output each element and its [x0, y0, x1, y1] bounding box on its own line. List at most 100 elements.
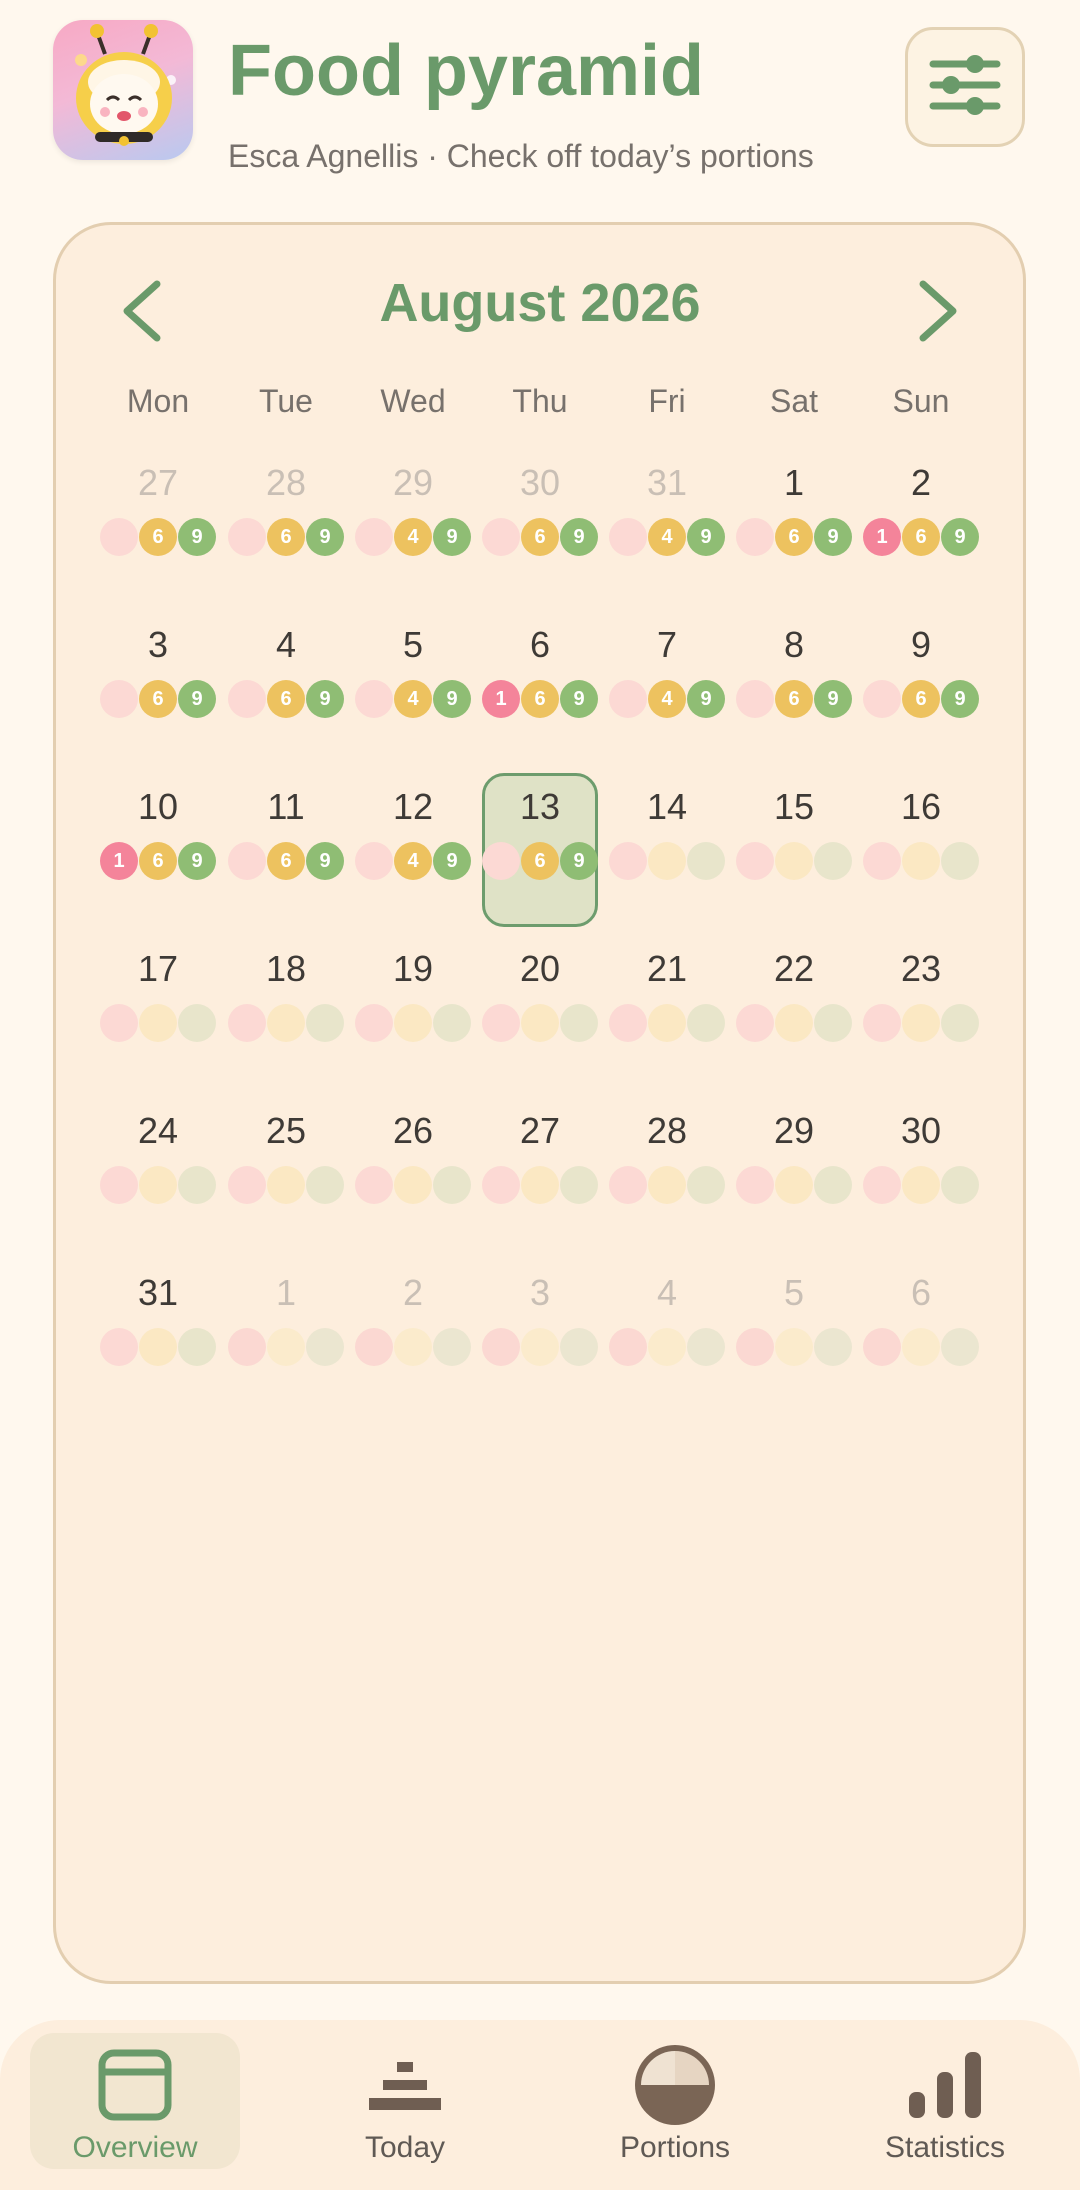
calendar-day[interactable]: 2: [348, 1272, 478, 1314]
calendar-day[interactable]: 8: [729, 624, 859, 666]
calendar-day[interactable]: 23: [856, 948, 986, 990]
calendar-day[interactable]: 14: [602, 786, 732, 828]
calendar-day[interactable]: 27: [93, 462, 223, 504]
calendar-day[interactable]: 24: [93, 1110, 223, 1152]
pyramid-icon: [367, 2043, 443, 2127]
settings-button[interactable]: [905, 27, 1025, 147]
vegetable-portion-dot: [560, 1328, 598, 1366]
chevron-left-icon: [119, 280, 165, 347]
grain-portion-dot: [648, 1166, 686, 1204]
vegetable-portion-dot: [560, 1004, 598, 1042]
page-title: Food pyramid: [228, 31, 705, 111]
next-month-button[interactable]: [903, 278, 973, 348]
calendar-day[interactable]: 31: [602, 462, 732, 504]
calendar-day[interactable]: 30: [856, 1110, 986, 1152]
calendar-day[interactable]: 10: [93, 786, 223, 828]
vegetable-portion-dot: 9: [178, 680, 216, 718]
nav-portions[interactable]: Portions: [570, 2033, 780, 2169]
calendar-day[interactable]: 15: [729, 786, 859, 828]
bar-chart-icon: [905, 2043, 985, 2127]
fruit-portion-dot: [228, 1166, 266, 1204]
fruit-portion-dot: [100, 518, 138, 556]
fruit-portion-dot: [736, 680, 774, 718]
calendar-day[interactable]: 18: [221, 948, 351, 990]
calendar-day[interactable]: 5: [348, 624, 478, 666]
vegetable-portion-dot: [178, 1166, 216, 1204]
vegetable-portion-dot: 9: [941, 680, 979, 718]
calendar-day[interactable]: 2: [856, 462, 986, 504]
calendar-day[interactable]: 31: [93, 1272, 223, 1314]
nav-today-label: Today: [364, 2131, 446, 2164]
grain-portion-dot: 6: [521, 842, 559, 880]
fruit-portion-dot: 1: [100, 842, 138, 880]
fruit-portion-dot: [609, 1004, 647, 1042]
calendar-day[interactable]: 7: [602, 624, 732, 666]
vegetable-portion-dot: [306, 1166, 344, 1204]
nav-statistics-label: Statistics: [884, 2131, 1006, 2164]
calendar-day[interactable]: 1: [729, 462, 859, 504]
calendar-icon: [97, 2043, 173, 2127]
vegetable-portion-dot: [687, 1004, 725, 1042]
calendar-day[interactable]: 29: [729, 1110, 859, 1152]
vegetable-portion-dot: 9: [814, 680, 852, 718]
previous-month-button[interactable]: [107, 278, 177, 348]
calendar-day[interactable]: 3: [475, 1272, 605, 1314]
fruit-portion-dot: [863, 1004, 901, 1042]
pie-chart-icon: [633, 2043, 717, 2127]
vegetable-portion-dot: 9: [814, 518, 852, 556]
calendar-day[interactable]: 25: [221, 1110, 351, 1152]
calendar-day[interactable]: 11: [221, 786, 351, 828]
vegetable-portion-dot: 9: [178, 842, 216, 880]
calendar-day[interactable]: 20: [475, 948, 605, 990]
calendar-day[interactable]: 28: [221, 462, 351, 504]
fruit-portion-dot: [355, 1166, 393, 1204]
fruit-portion-dot: [355, 1004, 393, 1042]
calendar-day[interactable]: 5: [729, 1272, 859, 1314]
calendar-day[interactable]: 13: [475, 786, 605, 828]
vegetable-portion-dot: [941, 1004, 979, 1042]
calendar-day[interactable]: 30: [475, 462, 605, 504]
calendar-day[interactable]: 3: [93, 624, 223, 666]
calendar-day[interactable]: 4: [602, 1272, 732, 1314]
calendar-day[interactable]: 21: [602, 948, 732, 990]
weekday-label: Fri: [648, 383, 686, 419]
calendar-day[interactable]: 22: [729, 948, 859, 990]
nav-today[interactable]: Today: [300, 2033, 510, 2169]
grain-portion-dot: 4: [394, 842, 432, 880]
calendar-day[interactable]: 17: [93, 948, 223, 990]
grain-portion-dot: [139, 1328, 177, 1366]
vegetable-portion-dot: 9: [560, 680, 598, 718]
fruit-portion-dot: [863, 680, 901, 718]
fruit-portion-dot: [736, 1004, 774, 1042]
nav-statistics[interactable]: Statistics: [840, 2033, 1050, 2169]
calendar-day[interactable]: 9: [856, 624, 986, 666]
weekday-label: Mon: [126, 383, 190, 419]
vegetable-portion-dot: [814, 1166, 852, 1204]
vegetable-portion-dot: [687, 1328, 725, 1366]
calendar-day[interactable]: 19: [348, 948, 478, 990]
fruit-portion-dot: [863, 842, 901, 880]
calendar-day[interactable]: 28: [602, 1110, 732, 1152]
weekday-label: Wed: [380, 383, 446, 419]
calendar-day[interactable]: 26: [348, 1110, 478, 1152]
calendar-day[interactable]: 29: [348, 462, 478, 504]
grain-portion-dot: [521, 1004, 559, 1042]
nav-portions-label: Portions: [619, 2131, 731, 2164]
grain-portion-dot: [521, 1328, 559, 1366]
calendar-day[interactable]: 4: [221, 624, 351, 666]
grain-portion-dot: [394, 1004, 432, 1042]
vegetable-portion-dot: [941, 842, 979, 880]
calendar-day[interactable]: 12: [348, 786, 478, 828]
calendar-day[interactable]: 6: [475, 624, 605, 666]
calendar-day[interactable]: 16: [856, 786, 986, 828]
grain-portion-dot: 6: [139, 842, 177, 880]
calendar-day[interactable]: 1: [221, 1272, 351, 1314]
vegetable-portion-dot: [687, 842, 725, 880]
fruit-portion-dot: [609, 518, 647, 556]
fruit-portion-dot: [355, 680, 393, 718]
vegetable-portion-dot: [306, 1328, 344, 1366]
calendar-day[interactable]: 6: [856, 1272, 986, 1314]
vegetable-portion-dot: [814, 1004, 852, 1042]
calendar-day[interactable]: 27: [475, 1110, 605, 1152]
nav-overview[interactable]: Overview: [30, 2033, 240, 2169]
